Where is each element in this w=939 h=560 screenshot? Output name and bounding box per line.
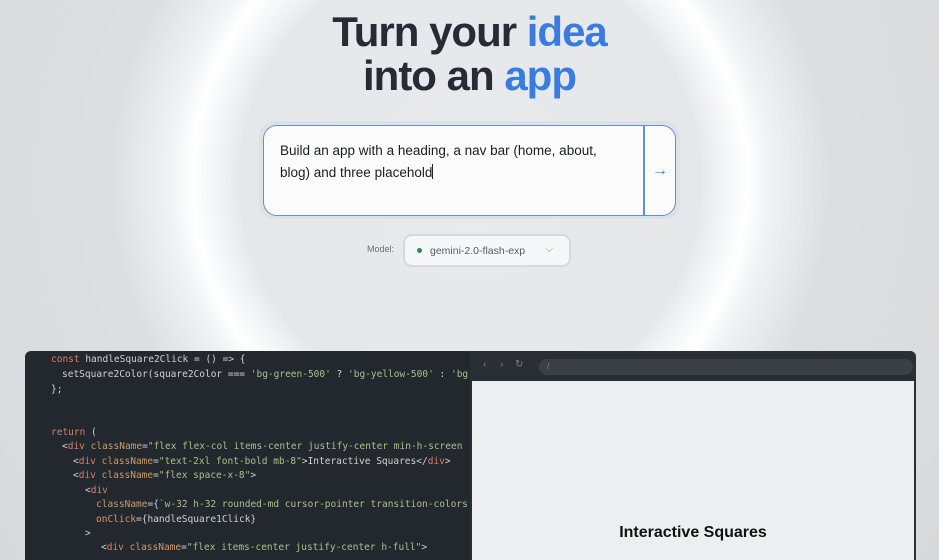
prompt-textarea[interactable]: Build an app with a heading, a nav bar (… bbox=[263, 125, 644, 216]
hero-line-2-plain: into an bbox=[363, 52, 505, 99]
hero-line-1-accent: idea bbox=[526, 8, 608, 55]
arrow-right-icon: → bbox=[652, 161, 668, 179]
prompt-text: Build an app with a heading, a nav bar (… bbox=[280, 143, 597, 180]
back-icon[interactable]: ‹ bbox=[483, 359, 486, 370]
code-line: <div className="flex flex-col items-cent… bbox=[62, 441, 463, 452]
code-line: <div className="flex items-center justif… bbox=[101, 542, 428, 553]
reload-icon[interactable]: ↻ bbox=[515, 359, 523, 370]
url-bar[interactable]: / bbox=[539, 359, 913, 375]
code-line: <div className="flex space-x-8"> bbox=[73, 470, 257, 481]
code-line: onClick={handleSquare1Click} bbox=[96, 514, 257, 525]
browser-toolbar: ‹ › ↻ / bbox=[470, 351, 916, 381]
code-line: setSquare2Color(square2Color === 'bg-gre… bbox=[62, 369, 469, 380]
code-line: > bbox=[85, 528, 91, 539]
status-dot-icon bbox=[417, 248, 422, 253]
forward-icon[interactable]: › bbox=[500, 359, 503, 370]
hero-heading: Turn your idea into an app bbox=[0, 10, 939, 98]
text-caret bbox=[432, 164, 434, 179]
send-button[interactable]: → bbox=[644, 125, 676, 216]
code-editor[interactable]: const handleSquare2Click = () => { setSq… bbox=[25, 351, 470, 560]
model-select[interactable]: gemini-2.0-flash-exp ⌵ bbox=[403, 234, 571, 267]
model-label: Model: bbox=[367, 244, 395, 254]
code-line: <div bbox=[85, 485, 108, 496]
code-line: className={`w-32 h-32 rounded-md cursor-… bbox=[96, 499, 468, 510]
hero-line-1-plain: Turn your bbox=[332, 8, 527, 55]
hero-line-2-accent: app bbox=[504, 52, 577, 99]
model-select-value: gemini-2.0-flash-exp bbox=[430, 244, 526, 257]
hero-line-1: Turn your idea bbox=[0, 10, 939, 54]
code-line: }; bbox=[51, 384, 63, 395]
code-line: <div className="text-2xl font-bold mb-8"… bbox=[73, 456, 451, 467]
browser-preview: ‹ › ↻ / Interactive Squares bbox=[470, 351, 916, 560]
code-line: return ( bbox=[51, 427, 97, 438]
hero-line-2: into an app bbox=[0, 54, 939, 98]
code-line: const handleSquare2Click = () => { bbox=[51, 354, 246, 365]
chevron-down-icon: ⌵ bbox=[545, 244, 553, 255]
prompt-container: Build an app with a heading, a nav bar (… bbox=[259, 121, 680, 219]
preview-heading: Interactive Squares bbox=[619, 524, 767, 541]
url-text: / bbox=[547, 362, 550, 371]
preview-viewport[interactable]: Interactive Squares bbox=[472, 381, 914, 560]
